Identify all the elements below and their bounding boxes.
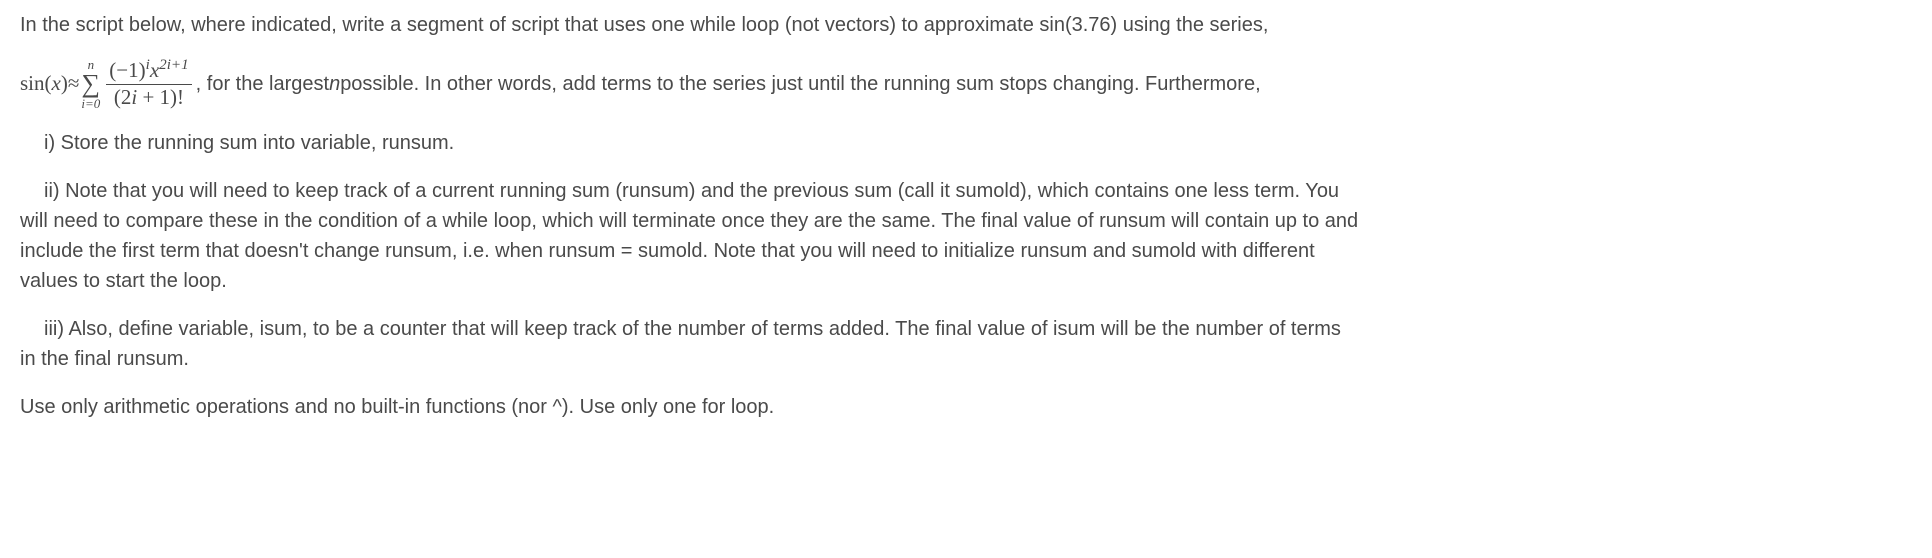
intro-part3: possible. In other words, add terms to t… xyxy=(340,69,1260,99)
intro-nvar: n xyxy=(329,69,340,99)
num-exp-text: 2i+1 xyxy=(159,57,189,73)
item-ii-line-d: values to start the loop. xyxy=(20,266,1912,296)
item-ii-line-c: include the first term that doesn't chan… xyxy=(20,236,1912,266)
item-ii-line-a: ii) Note that you will need to keep trac… xyxy=(20,176,1912,206)
intro-part2: , for the largest xyxy=(196,69,329,99)
den-open: (2 xyxy=(114,85,132,109)
formula-fraction: (−1)ix2i+1 (2i + 1)! xyxy=(106,59,191,108)
formula-approx: ≈ xyxy=(68,68,80,100)
sigma-lower: i=0 xyxy=(81,97,100,110)
formula-x-arg: x xyxy=(52,68,61,100)
num-x: x xyxy=(150,58,159,82)
den-close: + 1)! xyxy=(137,85,184,109)
intro-line-1: In the script below, where indicated, wr… xyxy=(20,10,1912,40)
closing-line: Use only arithmetic operations and no bu… xyxy=(20,392,1912,422)
formula-sin: sin xyxy=(20,68,45,100)
formula-sigma: n ∑ i=0 xyxy=(81,58,100,110)
item-iii-line-a: iii) Also, define variable, isum, to be … xyxy=(20,314,1912,344)
num-sup-exp: 2i+1 xyxy=(159,57,189,73)
formula-open-paren: ( xyxy=(45,68,52,100)
item-iii: iii) Also, define variable, isum, to be … xyxy=(20,314,1912,374)
fraction-denominator: (2i + 1)! xyxy=(111,85,187,109)
item-ii: ii) Note that you will need to keep trac… xyxy=(20,176,1912,296)
formula-line: sin ( x ) ≈ n ∑ i=0 (−1)ix2i+1 (2i + 1)!… xyxy=(20,58,1912,110)
num-neg1: (−1) xyxy=(109,58,145,82)
sigma-symbol: ∑ xyxy=(82,71,101,97)
item-iii-line-b: in the final runsum. xyxy=(20,344,1912,374)
item-ii-line-b: will need to compare these in the condit… xyxy=(20,206,1912,236)
formula-close-paren: ) xyxy=(61,68,68,100)
fraction-numerator: (−1)ix2i+1 xyxy=(106,59,191,84)
item-i: i) Store the running sum into variable, … xyxy=(20,128,1912,158)
